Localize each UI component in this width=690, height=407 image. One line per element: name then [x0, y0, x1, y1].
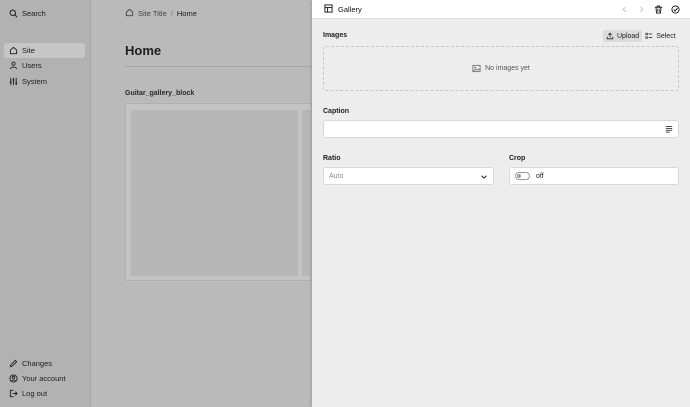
gallery-block-preview[interactable] — [125, 103, 313, 281]
empty-images-text: No images yet — [485, 65, 530, 72]
crop-label: Crop — [509, 155, 526, 162]
gallery-icon — [324, 4, 333, 15]
images-dropzone[interactable]: No images yet — [323, 46, 679, 91]
prev-button[interactable] — [619, 4, 630, 15]
caption-input[interactable] — [323, 120, 679, 138]
delete-button[interactable] — [653, 4, 664, 15]
chevron-right-icon — [640, 6, 644, 13]
drawer-title-text: Gallery — [338, 5, 362, 14]
ratio-label: Ratio — [323, 155, 341, 162]
sidebar-item-label: Site — [22, 46, 35, 55]
crop-value: off — [536, 172, 544, 180]
sidebar-item-label: Your account — [22, 374, 66, 383]
users-icon — [9, 61, 18, 70]
breadcrumb-site-title[interactable]: Site Title — [138, 9, 167, 18]
page-title: Home — [125, 43, 162, 58]
divider — [125, 66, 312, 67]
sidebar-item-users[interactable]: Users — [4, 58, 42, 73]
upload-button[interactable]: Upload — [603, 30, 643, 42]
logout-icon — [9, 389, 18, 398]
home-icon[interactable] — [125, 8, 134, 19]
select-label: Select — [656, 32, 676, 40]
block-title: Guitar_gallery_block — [125, 90, 195, 97]
pencil-icon — [9, 359, 18, 368]
sidebar-item-changes[interactable]: Changes — [4, 356, 52, 371]
home-icon — [9, 46, 18, 55]
trash-icon — [654, 5, 663, 14]
search-label: Search — [22, 9, 46, 18]
gallery-image-placeholder — [131, 110, 298, 276]
ratio-placeholder: Auto — [329, 172, 344, 180]
upload-icon — [606, 32, 614, 40]
images-label: Images — [323, 32, 348, 39]
search-icon — [9, 9, 18, 18]
sidebar-item-system[interactable]: System — [4, 74, 47, 89]
upload-label: Upload — [617, 32, 640, 40]
breadcrumb-separator: / — [170, 9, 173, 18]
confirm-button[interactable] — [670, 4, 681, 15]
sidebar-item-logout[interactable]: Log out — [4, 386, 47, 401]
account-icon — [9, 374, 18, 383]
sidebar-item-label: System — [22, 77, 48, 86]
sidebar-item-site[interactable]: Site — [4, 43, 85, 58]
breadcrumb: Site Title / Home — [125, 8, 197, 19]
ratio-select[interactable]: Auto — [323, 167, 494, 185]
next-button[interactable] — [636, 4, 647, 15]
select-button[interactable]: Select — [642, 30, 678, 42]
sidebar-item-account[interactable]: Your account — [4, 371, 66, 386]
drawer-title: Gallery — [324, 4, 362, 15]
sidebar: Search Site Users System Changes Your ac… — [0, 0, 91, 407]
search-button[interactable]: Search — [4, 6, 46, 21]
sidebar-item-label: Log out — [22, 389, 48, 398]
checklist-icon — [645, 32, 653, 39]
sidebar-item-label: Users — [22, 61, 42, 70]
text-align-icon[interactable] — [665, 125, 673, 135]
sidebar-item-label: Changes — [22, 359, 53, 368]
chevron-left-icon — [622, 6, 626, 13]
gallery-drawer: Gallery Images Upload Select No images y… — [312, 0, 690, 407]
drawer-header: Gallery — [312, 0, 690, 19]
chevron-down-icon — [480, 173, 488, 183]
caption-label: Caption — [323, 108, 350, 115]
sliders-icon — [9, 77, 18, 86]
check-circle-icon — [671, 5, 680, 14]
breadcrumb-current[interactable]: Home — [177, 9, 197, 18]
main-content: Site Title / Home Home Guitar_gallery_bl… — [92, 0, 313, 407]
toggle-knob — [517, 174, 521, 178]
crop-toggle[interactable] — [515, 172, 530, 180]
image-icon — [472, 64, 481, 73]
image-actions: Upload Select — [603, 30, 679, 42]
crop-field: off — [509, 167, 679, 185]
